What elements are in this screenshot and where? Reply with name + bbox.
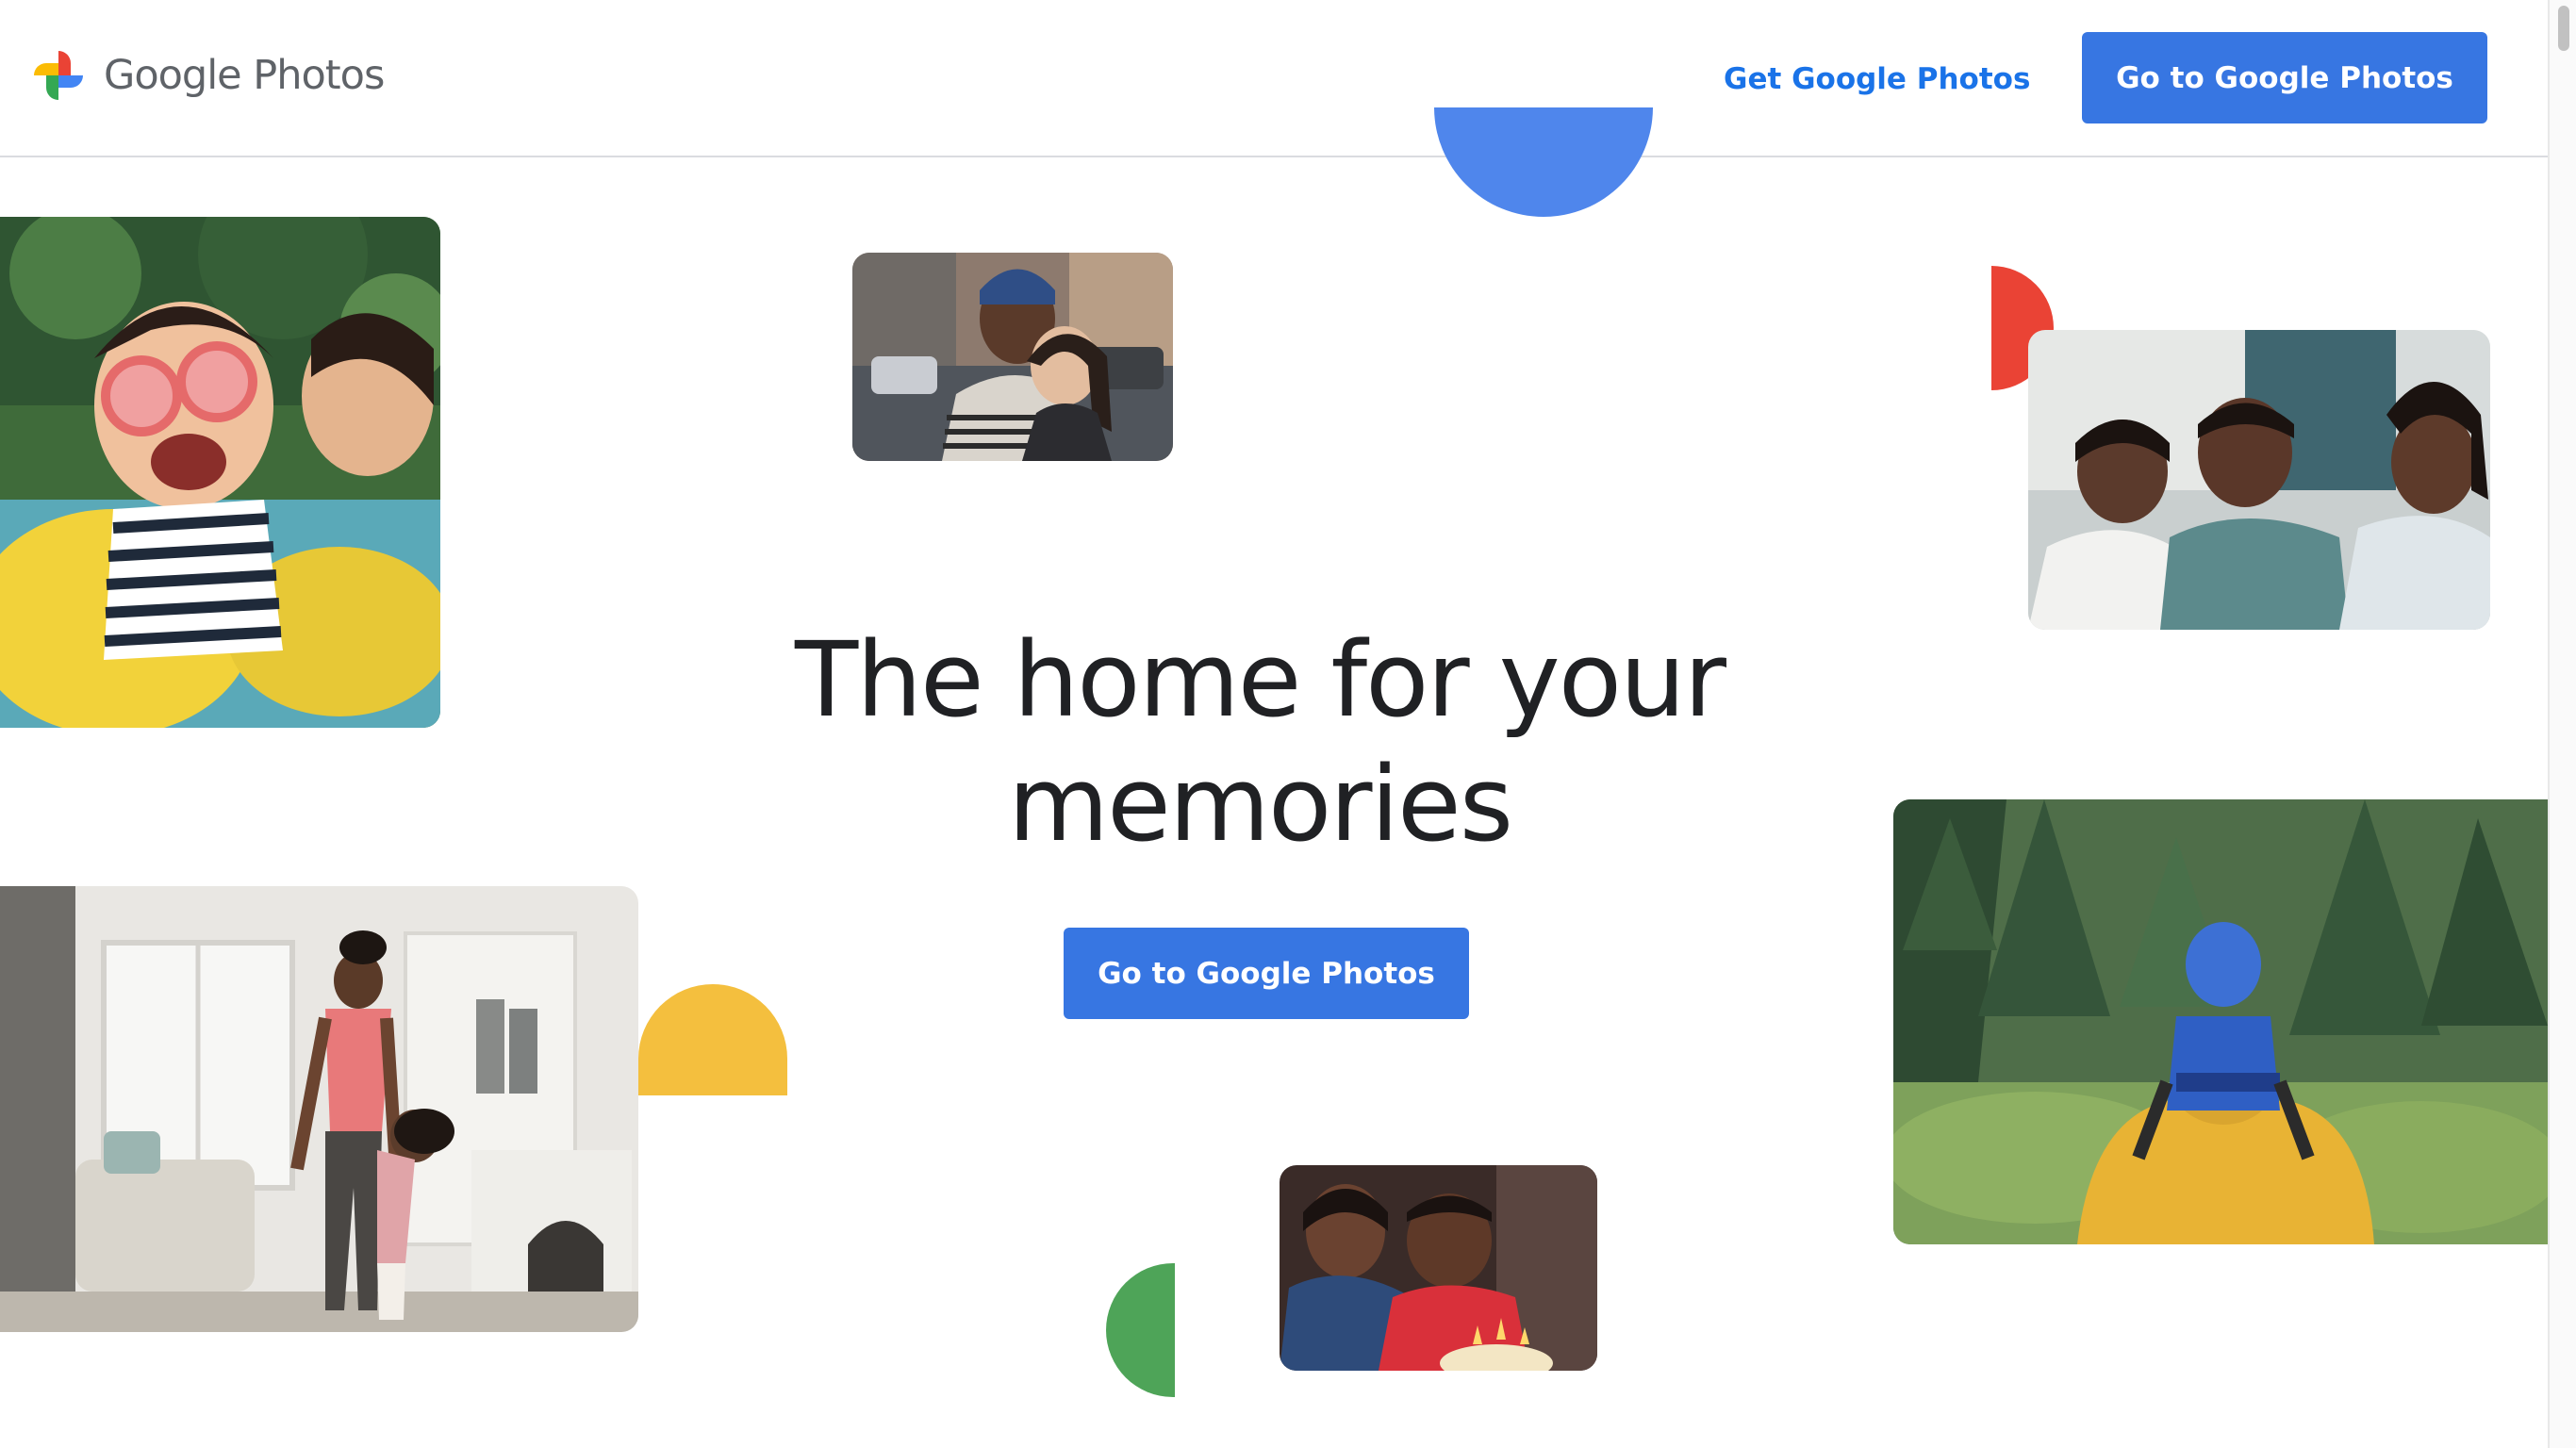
get-google-photos-link[interactable]: Get Google Photos bbox=[1724, 51, 2030, 107]
hero-headline: The home for your memories bbox=[694, 617, 1825, 866]
yellow-half-circle-shape bbox=[638, 984, 787, 1095]
go-to-google-photos-button[interactable]: Go to Google Photos bbox=[2082, 32, 2487, 123]
google-photos-logo-icon[interactable] bbox=[30, 47, 87, 104]
brand-name[interactable]: Google Photos bbox=[104, 45, 385, 106]
hero-headline-line-2: memories bbox=[1007, 744, 1513, 864]
blue-half-circle-shape bbox=[1434, 107, 1653, 217]
hero-headline-line-1: The home for your bbox=[795, 619, 1726, 740]
vertical-scrollbar[interactable] bbox=[2548, 0, 2576, 1448]
photo-family-couch bbox=[2028, 330, 2490, 630]
scrollbar-thumb[interactable] bbox=[2558, 6, 2569, 51]
photo-couple-city bbox=[852, 253, 1173, 461]
green-half-circle-shape bbox=[1106, 1263, 1175, 1397]
hero-go-to-google-photos-button[interactable]: Go to Google Photos bbox=[1064, 928, 1469, 1019]
photo-birthday-candles bbox=[1280, 1165, 1597, 1371]
photo-mother-daughter-home bbox=[0, 886, 638, 1332]
top-header: Google Photos Get Google Photos Go to Go… bbox=[0, 0, 2548, 157]
page: Google Photos Get Google Photos Go to Go… bbox=[0, 0, 2576, 1448]
photo-child-pool bbox=[0, 217, 440, 728]
photo-forest-hike bbox=[1893, 799, 2548, 1244]
